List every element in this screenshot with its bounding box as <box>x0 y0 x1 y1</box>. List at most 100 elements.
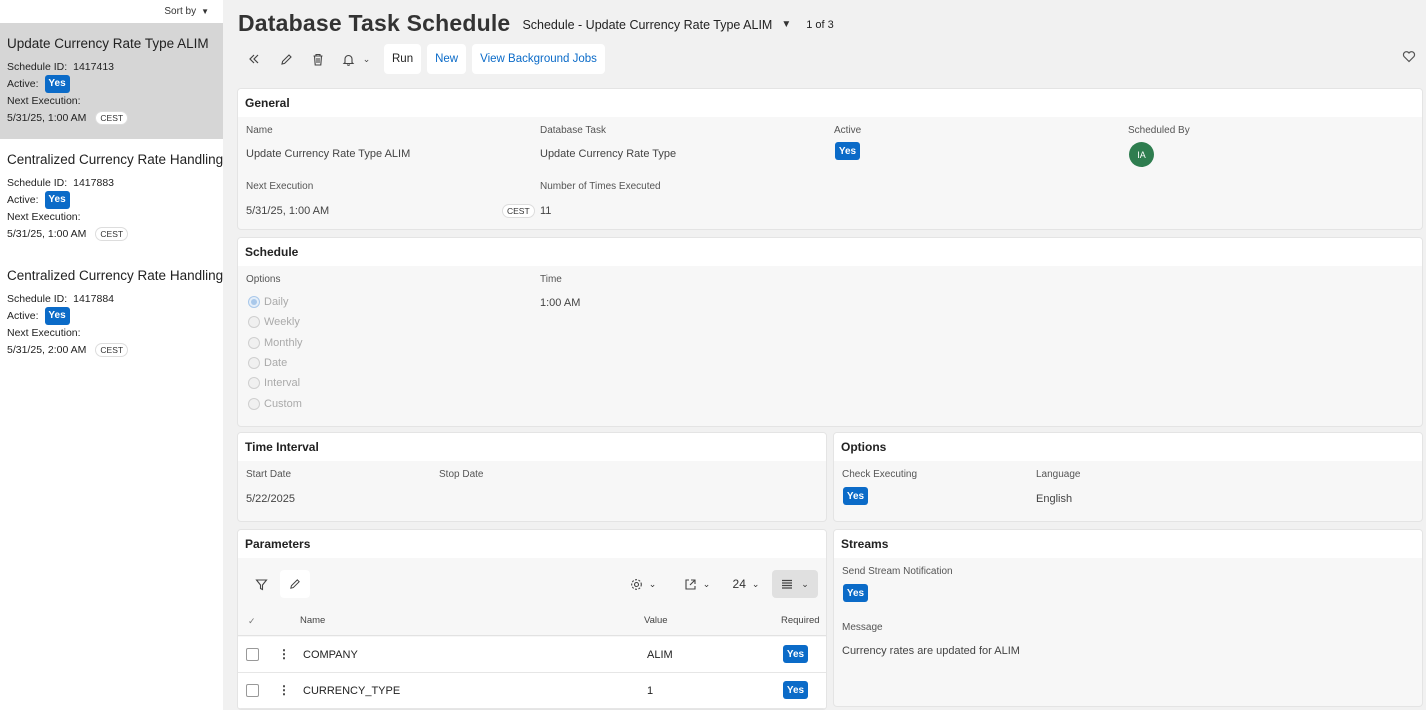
edit-icon[interactable] <box>270 44 302 74</box>
chevron-down-icon: ⌄ <box>751 578 760 589</box>
timezone-badge: CEST <box>95 226 129 241</box>
list-item-title: Update Currency Rate Type ALIM <box>7 36 209 51</box>
param-name: CURRENCY_TYPE <box>303 685 401 697</box>
radio-weekly[interactable]: Weekly <box>248 312 303 332</box>
radio-date[interactable]: Date <box>248 353 303 373</box>
active-label: Active <box>834 125 862 136</box>
time-interval-panel-title: Time Interval <box>238 433 826 461</box>
run-button[interactable]: Run <box>384 44 422 74</box>
record-selector[interactable]: Schedule - Update Currency Rate Type ALI… <box>522 18 772 32</box>
schedule-options-radio-group: Daily Weekly Monthly Date Interval Custo… <box>248 292 303 414</box>
parameters-panel: Parameters ⌄ ⌄ 24 ⌄ ⌄ ✓ Name Value Requi… <box>237 529 827 710</box>
caret-down-icon[interactable]: ▼ <box>781 19 791 30</box>
schedule-id-value: 1417884 <box>73 292 115 305</box>
toolbar: ⌄ Run New View Background Jobs <box>238 44 605 74</box>
schedule-id-value: 1417883 <box>73 176 115 189</box>
view-background-jobs-button[interactable]: View Background Jobs <box>472 44 605 74</box>
page-size-select[interactable]: 24 ⌄ <box>728 570 764 598</box>
notification-bell-icon[interactable]: ⌄ <box>334 44 378 74</box>
schedule-id-label: Schedule ID: <box>7 176 68 189</box>
radio-label: Daily <box>264 296 289 309</box>
time-interval-panel: Time Interval Start Date 5/22/2025 Stop … <box>237 432 827 522</box>
param-value: ALIM <box>647 649 673 661</box>
active-badge: Yes <box>44 190 70 209</box>
radio-label: Monthly <box>264 336 303 349</box>
parameters-toolbar: ⌄ ⌄ 24 ⌄ ⌄ <box>238 570 826 600</box>
radio-interval[interactable]: Interval <box>248 373 303 393</box>
active-label: Active: <box>7 309 39 322</box>
active-label: Active: <box>7 77 39 90</box>
chevron-down-icon: ⌄ <box>648 578 657 589</box>
row-menu-icon[interactable]: ⋮ <box>278 647 290 661</box>
stop-date-label: Stop Date <box>439 469 484 480</box>
radio-icon <box>248 377 260 390</box>
schedule-panel: Schedule Options Daily Weekly Monthly Da… <box>237 237 1423 427</box>
send-stream-notification-label: Send Stream Notification <box>842 566 953 577</box>
schedule-panel-title: Schedule <box>238 238 1422 266</box>
check-executing-badge: Yes <box>843 487 868 505</box>
time-value: 1:00 AM <box>540 297 581 309</box>
export-icon[interactable]: ⌄ <box>678 570 716 598</box>
page-size-value: 24 <box>732 577 746 591</box>
schedule-id-label: Schedule ID: <box>7 60 68 73</box>
next-execution-label: Next Execution: <box>7 326 81 339</box>
collapse-icon[interactable] <box>238 44 270 74</box>
list-view-icon[interactable]: ⌄ <box>772 570 818 598</box>
next-execution-value: 5/31/25, 2:00 AM <box>7 343 87 356</box>
radio-label: Date <box>264 357 288 370</box>
caret-down-icon: ▼ <box>201 7 209 16</box>
column-header-name[interactable]: Name <box>300 615 325 626</box>
options-panel-title: Options <box>834 433 1422 461</box>
row-checkbox[interactable] <box>246 648 259 661</box>
times-executed-label: Number of Times Executed <box>540 181 661 192</box>
streams-panel-title: Streams <box>834 530 1422 558</box>
row-menu-icon[interactable]: ⋮ <box>278 683 290 697</box>
timezone-badge: CEST <box>95 110 129 125</box>
radio-icon <box>248 316 260 329</box>
database-task-value: Update Currency Rate Type <box>540 148 677 160</box>
list-item[interactable]: Centralized Currency Rate Handling S Sch… <box>0 255 223 371</box>
timezone-badge: CEST <box>95 342 129 357</box>
active-badge: Yes <box>44 306 70 325</box>
column-header-required[interactable]: Required <box>781 615 820 626</box>
active-badge: Yes <box>835 142 860 160</box>
database-task-label: Database Task <box>540 125 606 136</box>
table-row[interactable]: ⋮ COMPANY ALIM Yes <box>238 637 826 673</box>
table-row[interactable]: ⋮ CURRENCY_TYPE 1 Yes <box>238 673 826 709</box>
scheduled-by-label: Scheduled By <box>1128 125 1190 136</box>
favorite-heart-icon[interactable] <box>1402 50 1416 66</box>
required-badge: Yes <box>783 681 808 699</box>
new-button[interactable]: New <box>427 44 467 74</box>
message-value: Currency rates are updated for ALIM <box>842 645 1020 657</box>
radio-icon <box>248 336 260 349</box>
start-date-label: Start Date <box>246 469 292 480</box>
list-item[interactable]: Update Currency Rate Type ALIM Schedule … <box>0 23 223 139</box>
message-label: Message <box>842 622 883 633</box>
chevron-down-icon: ⌄ <box>702 578 711 589</box>
radio-monthly[interactable]: Monthly <box>248 333 303 353</box>
row-checkbox[interactable] <box>246 684 259 697</box>
next-execution-value: 5/31/25, 1:00 AM <box>246 205 330 217</box>
sort-by-control[interactable]: Sort by ▼ <box>0 0 223 23</box>
active-label: Active: <box>7 193 39 206</box>
general-panel-title: General <box>238 89 1422 117</box>
radio-custom[interactable]: Custom <box>248 393 303 413</box>
radio-daily[interactable]: Daily <box>248 292 303 312</box>
chevron-down-icon: ⌄ <box>801 578 809 589</box>
settings-gear-icon[interactable]: ⌄ <box>624 570 662 598</box>
schedule-id-value: 1417413 <box>73 60 115 73</box>
column-header-value[interactable]: Value <box>644 615 668 626</box>
record-count: 1 of 3 <box>806 18 834 31</box>
page-header: Database Task Schedule Schedule - Update… <box>238 6 834 40</box>
list-item[interactable]: Centralized Currency Rate Handling S Sch… <box>0 139 223 255</box>
next-execution-label: Next Execution <box>246 181 314 192</box>
select-all-check-icon[interactable]: ✓ <box>248 616 256 627</box>
timezone-badge: CEST <box>502 204 535 218</box>
record-list-sidebar: Sort by ▼ Update Currency Rate Type ALIM… <box>0 0 223 710</box>
page-title: Database Task Schedule <box>238 9 511 36</box>
avatar[interactable]: IA <box>1129 142 1154 167</box>
filter-icon[interactable] <box>248 570 274 598</box>
name-value: Update Currency Rate Type ALIM <box>246 148 411 160</box>
edit-icon[interactable] <box>280 570 310 598</box>
delete-icon[interactable] <box>302 44 334 74</box>
